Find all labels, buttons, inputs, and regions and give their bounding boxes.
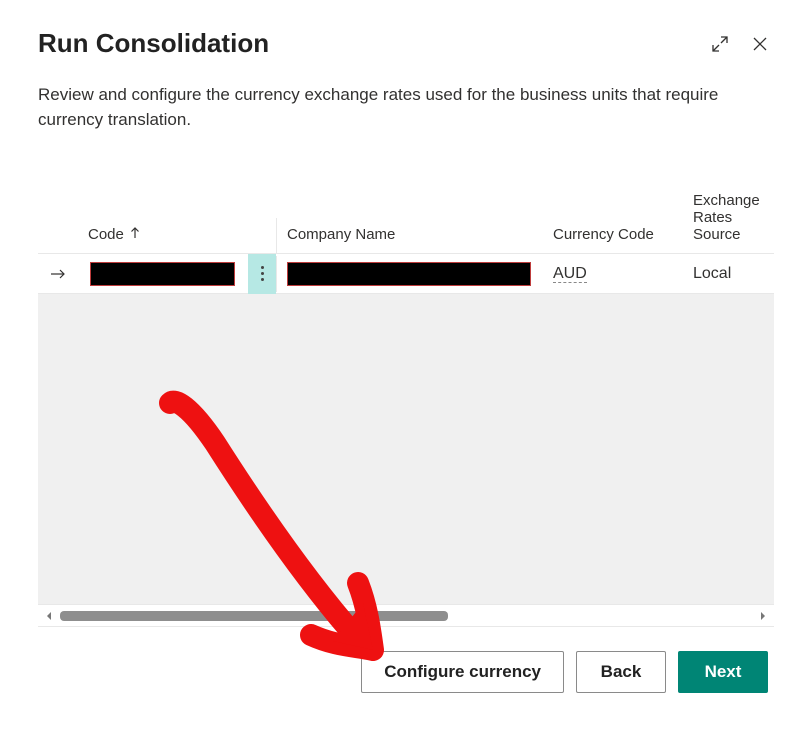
column-header-company-name[interactable]: Company Name: [276, 218, 543, 253]
scroll-left-icon[interactable]: [42, 611, 56, 621]
scroll-right-icon[interactable]: [756, 611, 770, 621]
cell-exchange-rates-source[interactable]: Local: [683, 259, 768, 289]
cell-code[interactable]: [78, 256, 248, 292]
expand-icon[interactable]: [706, 30, 734, 58]
row-actions-menu-icon[interactable]: [248, 254, 276, 294]
column-header-exchange-rates-source[interactable]: Exchange Rates Source: [683, 184, 768, 253]
table-row[interactable]: AUD Local: [38, 254, 774, 294]
column-header-code[interactable]: Code: [78, 218, 248, 254]
back-button[interactable]: Back: [576, 651, 666, 693]
close-icon[interactable]: [746, 30, 774, 58]
dialog-title: Run Consolidation: [38, 28, 269, 59]
configure-currency-button[interactable]: Configure currency: [361, 651, 564, 693]
cell-currency-code[interactable]: AUD: [543, 259, 683, 289]
dialog-description: Review and configure the currency exchan…: [38, 83, 738, 132]
row-select-arrow-icon[interactable]: [38, 261, 78, 287]
sort-ascending-icon: [130, 226, 140, 243]
next-button[interactable]: Next: [678, 651, 768, 693]
cell-company-name[interactable]: [276, 256, 543, 292]
column-header-currency-code[interactable]: Currency Code: [543, 218, 683, 253]
grid-empty-area: [38, 294, 774, 604]
data-grid: Code Company Name Currency Code Exchange…: [38, 172, 774, 627]
horizontal-scrollbar[interactable]: [38, 604, 774, 626]
